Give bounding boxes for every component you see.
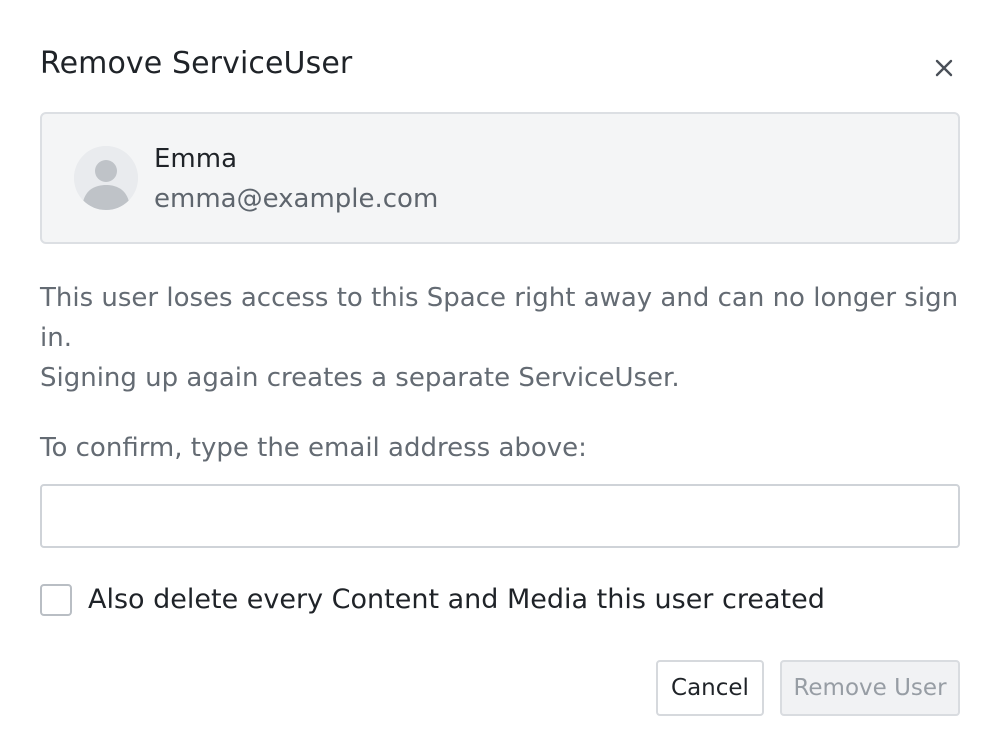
remove-user-dialog: Remove ServiceUser Emma emma@example.com… xyxy=(0,0,1000,756)
user-name: Emma xyxy=(154,144,238,174)
confirm-email-label: To confirm, type the email address above… xyxy=(40,433,587,463)
delete-content-label: Also delete every Content and Media this… xyxy=(88,584,825,615)
delete-content-option[interactable]: Also delete every Content and Media this… xyxy=(40,580,825,620)
description-line-2: Signing up again creates a separate Serv… xyxy=(40,363,680,393)
delete-content-checkbox[interactable] xyxy=(40,584,72,616)
cancel-button[interactable]: Cancel xyxy=(656,660,764,716)
close-icon xyxy=(935,59,953,77)
close-button[interactable] xyxy=(924,48,964,88)
user-avatar-icon xyxy=(74,146,138,210)
user-email: emma@example.com xyxy=(154,184,439,214)
user-card: Emma emma@example.com xyxy=(40,112,960,244)
description-line-1: This user loses access to this Space rig… xyxy=(40,283,959,353)
avatar xyxy=(74,146,138,210)
remove-user-button[interactable]: Remove User xyxy=(780,660,960,716)
removal-description: This user loses access to this Space rig… xyxy=(40,278,970,398)
confirm-email-input[interactable] xyxy=(40,484,960,548)
dialog-title: Remove ServiceUser xyxy=(40,46,353,81)
